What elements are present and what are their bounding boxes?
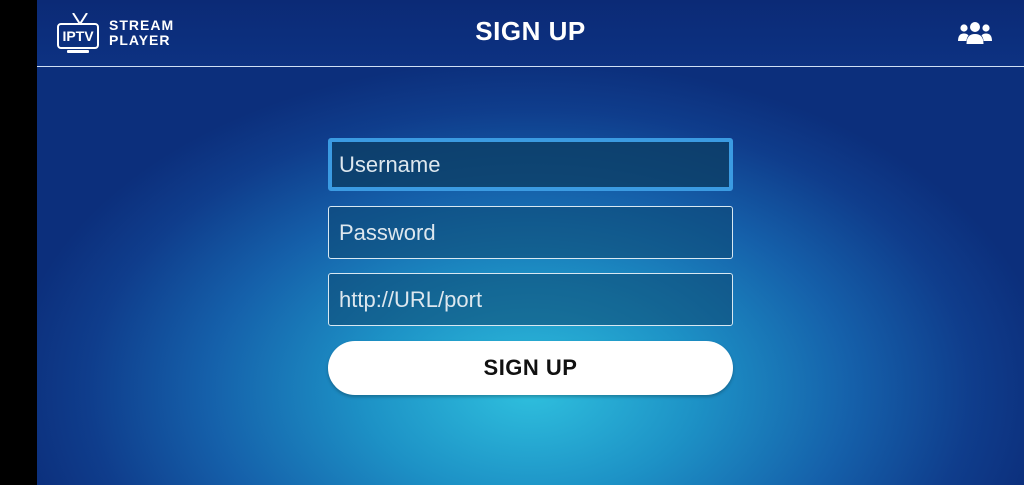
app-root: IPTV STREAM PLAYER SIGN UP Username http…: [37, 0, 1024, 485]
top-header: IPTV STREAM PLAYER SIGN UP: [37, 0, 1024, 67]
url-input[interactable]: [328, 273, 733, 326]
signup-button[interactable]: SIGN UP: [328, 341, 733, 395]
left-black-bar: [0, 0, 37, 485]
password-input[interactable]: [328, 206, 733, 259]
users-icon[interactable]: [958, 20, 992, 48]
tv-stand: [67, 50, 89, 53]
username-input[interactable]: [328, 138, 733, 191]
screen: IPTV STREAM PLAYER SIGN UP Username http…: [0, 0, 1024, 485]
page-title: SIGN UP: [475, 16, 586, 46]
